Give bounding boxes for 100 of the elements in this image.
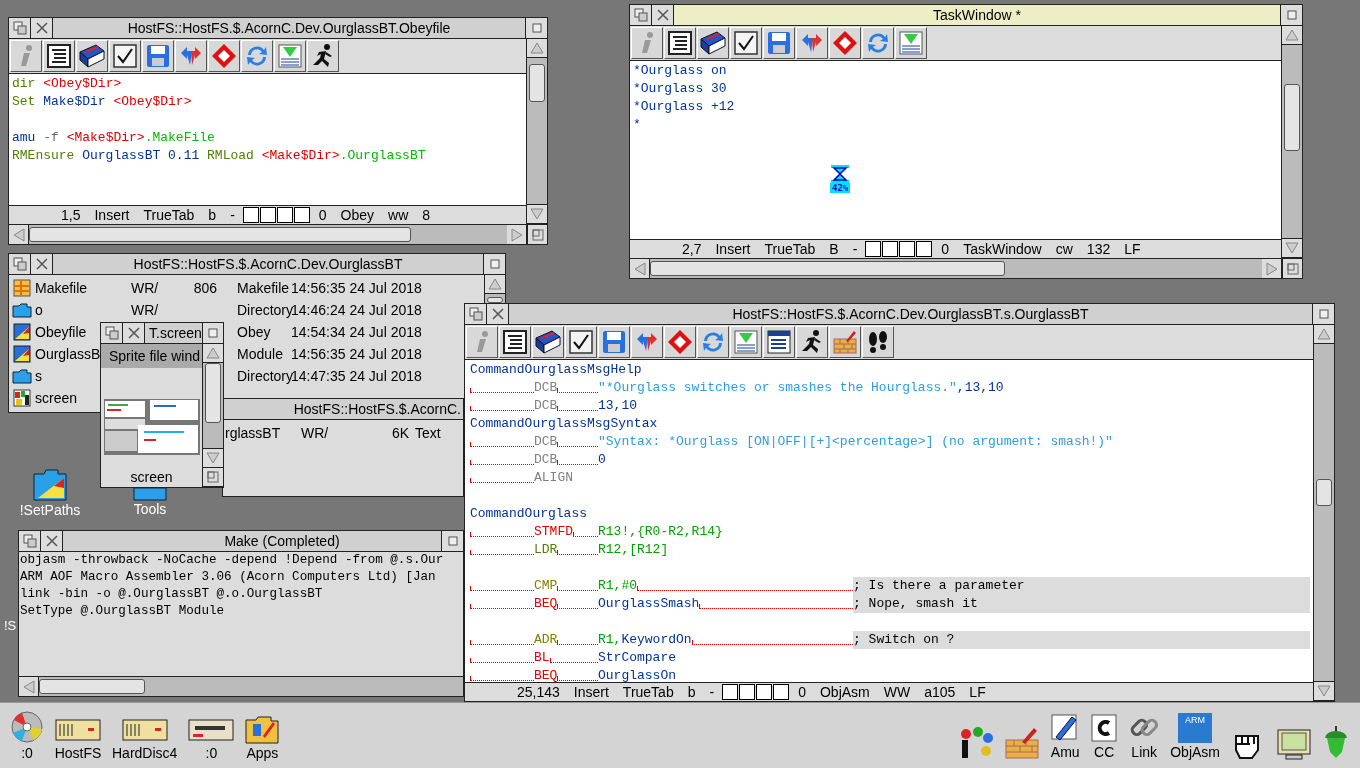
toolbar-button[interactable] xyxy=(109,40,141,72)
code-operand: "*Ourglass switches or smashes the Hourglass." xyxy=(598,379,957,397)
scrollbar-thumb[interactable] xyxy=(39,679,145,694)
status-text: - xyxy=(230,207,235,223)
up-arrow-icon xyxy=(530,42,544,54)
diamond-icon xyxy=(667,329,693,355)
scroll-down-button[interactable] xyxy=(1282,239,1302,258)
file-name[interactable]: Makefile xyxy=(35,280,88,296)
toolbar-button[interactable] xyxy=(763,326,795,358)
toolbar-button[interactable] xyxy=(241,40,273,72)
status-text: Obey xyxy=(340,207,375,223)
toolbar-button[interactable] xyxy=(796,27,828,59)
resize-button[interactable] xyxy=(527,225,547,244)
toolbar-button[interactable] xyxy=(862,326,894,358)
tab-leader xyxy=(557,459,598,465)
code-text: -f xyxy=(43,129,60,147)
file-size: 6K xyxy=(390,425,409,441)
file-name[interactable]: s xyxy=(35,368,42,384)
toolbar-button[interactable] xyxy=(829,326,861,358)
icon-bar-item[interactable]: HostFS xyxy=(52,714,104,761)
toggle-size-icon xyxy=(530,22,543,34)
toolbar-button[interactable] xyxy=(274,40,306,72)
status-text: WW xyxy=(883,684,911,700)
toolbar-button[interactable] xyxy=(697,326,729,358)
toolbar-button[interactable] xyxy=(10,40,42,72)
toolbar-button[interactable] xyxy=(76,40,108,72)
resize-button[interactable] xyxy=(1282,259,1302,278)
scroll-up-button[interactable] xyxy=(527,39,547,58)
scrollbar-thumb[interactable] xyxy=(529,63,545,102)
toolbar-button[interactable] xyxy=(697,27,729,59)
brick-wall-icon xyxy=(832,329,858,355)
icon-bar-item[interactable]: Apps xyxy=(243,712,282,761)
toolbar-button[interactable] xyxy=(895,27,927,59)
file-name[interactable]: Obeyfile xyxy=(35,324,87,340)
file-name[interactable]: screen xyxy=(35,390,78,406)
sprite-name[interactable]: screen xyxy=(130,469,173,485)
scroll-up-button[interactable] xyxy=(1282,26,1302,45)
toolbar-button[interactable] xyxy=(730,27,762,59)
tab-leader xyxy=(470,585,534,591)
scrollbar-thumb[interactable] xyxy=(29,227,412,242)
scrollbar-thumb[interactable] xyxy=(205,363,221,423)
toolbar-button[interactable] xyxy=(796,326,828,358)
toolbar-button[interactable] xyxy=(664,326,696,358)
window-header: Sprite file wind xyxy=(101,344,202,368)
icon-bar-item[interactable]: Link xyxy=(1126,711,1163,760)
toolbar-button[interactable] xyxy=(307,40,339,72)
document-icon xyxy=(1090,713,1119,743)
icon-bar-item[interactable]: :0 xyxy=(185,714,238,761)
file-name[interactable]: rglassBT xyxy=(225,425,301,441)
code-mnemonic: BEQ xyxy=(534,595,558,613)
scroll-down-button[interactable] xyxy=(203,449,223,468)
icon-bar-item[interactable]: :0 xyxy=(8,710,46,761)
file-name[interactable]: o xyxy=(35,302,43,318)
resize-icon xyxy=(1286,262,1299,275)
output-line: objasm -throwback -NoCache -depend !Depend -from @.s.Our xyxy=(20,552,445,569)
scroll-up-button[interactable] xyxy=(1314,325,1334,344)
scroll-down-button[interactable] xyxy=(1314,682,1334,701)
back-icon xyxy=(22,534,37,548)
scroll-up-button[interactable] xyxy=(203,344,223,363)
scrollbar-thumb[interactable] xyxy=(1316,478,1332,506)
code-text: .OurglassBT xyxy=(339,147,426,165)
toolbar-button[interactable] xyxy=(598,326,630,358)
icon-bar-item[interactable]: CC xyxy=(1088,713,1121,760)
list-icon xyxy=(667,30,693,56)
toolbar-button[interactable] xyxy=(829,27,861,59)
toolbar-button[interactable] xyxy=(208,40,240,72)
code-text: RMLoad xyxy=(207,147,255,165)
status-text: ObjAsm xyxy=(819,684,870,700)
scroll-down-button[interactable] xyxy=(527,205,547,224)
disc-icon xyxy=(10,710,44,744)
tab-leader xyxy=(470,477,534,483)
toolbar-button[interactable] xyxy=(466,326,498,358)
file-name[interactable]: OurglassB xyxy=(35,346,101,362)
code-text: <Make$Dir> xyxy=(261,147,340,165)
icon-bar-item[interactable]: ARM ObjAsm xyxy=(1168,713,1222,760)
toolbar-button[interactable] xyxy=(631,326,663,358)
toolbar-button[interactable] xyxy=(175,40,207,72)
scrollbar-thumb[interactable] xyxy=(1284,83,1300,152)
code-text: Make$Dir xyxy=(43,93,107,111)
toolbar-button[interactable] xyxy=(631,27,663,59)
icon-bar-item[interactable]: Amu xyxy=(1048,713,1083,760)
toolbar-button[interactable] xyxy=(763,27,795,59)
toolbar-button[interactable] xyxy=(499,326,531,358)
scrollbar-thumb[interactable] xyxy=(650,261,1005,276)
close-icon xyxy=(34,21,49,35)
code-mnemonic: CMP xyxy=(534,577,558,595)
resize-button[interactable] xyxy=(203,468,223,487)
right-arrow-icon xyxy=(510,227,523,242)
toolbar-button[interactable] xyxy=(43,40,75,72)
icon-bar-item[interactable]: HardDisc4 xyxy=(110,714,180,761)
scroll-up-button[interactable] xyxy=(485,275,505,294)
toolbar-button[interactable] xyxy=(730,326,762,358)
toolbar-button[interactable] xyxy=(862,27,894,59)
toolbar-button[interactable] xyxy=(664,27,696,59)
toolbar-button[interactable] xyxy=(532,326,564,358)
up-arrow-icon xyxy=(1317,328,1331,340)
tab-leader xyxy=(557,387,598,393)
mode-boxes-icon xyxy=(865,241,934,257)
toolbar-button[interactable] xyxy=(142,40,174,72)
toolbar-button[interactable] xyxy=(565,326,597,358)
